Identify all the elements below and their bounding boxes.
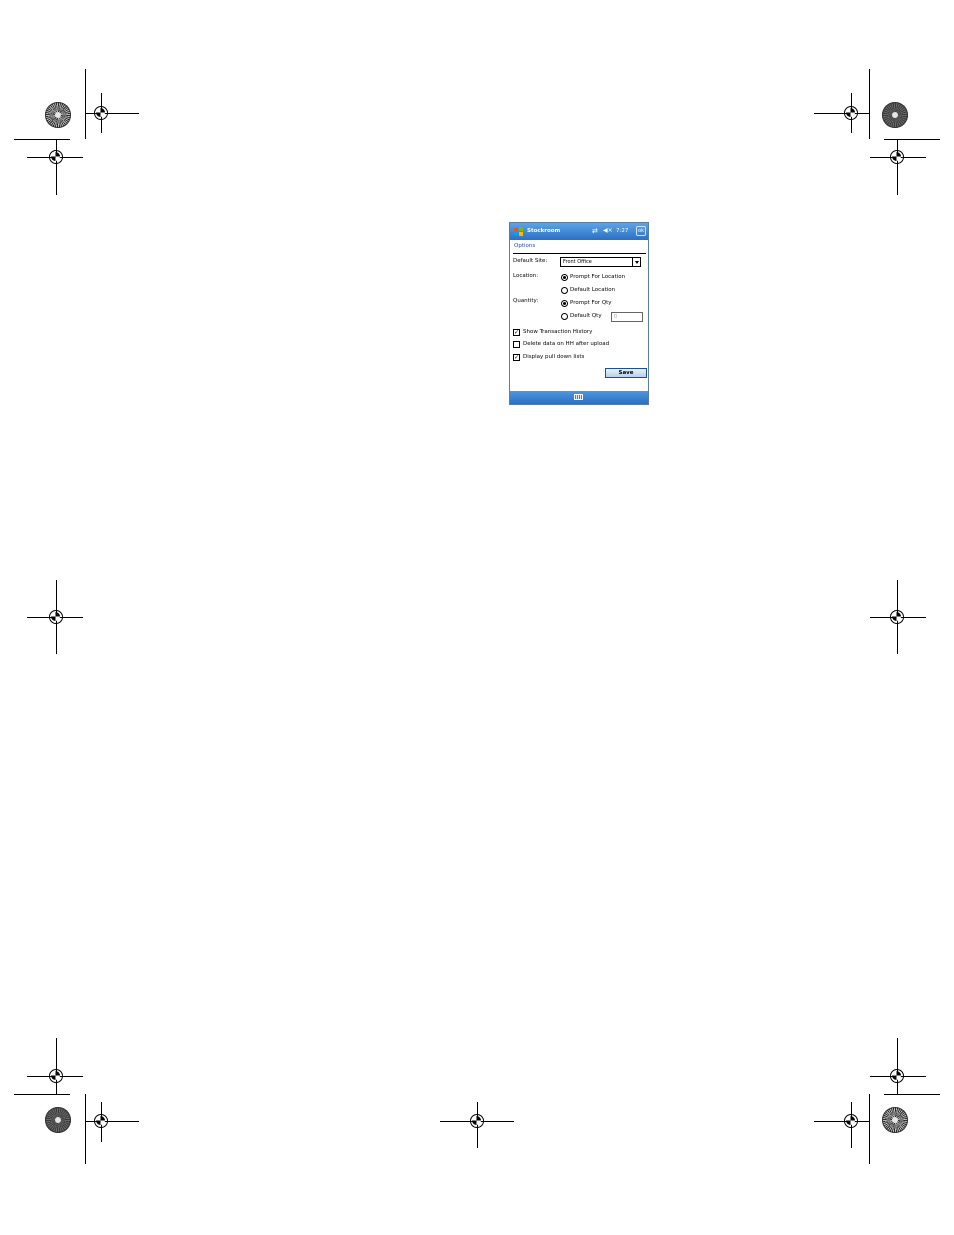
default-site-value: Front Office xyxy=(563,259,592,265)
registration-rosette-icon xyxy=(882,1107,908,1133)
registration-rosette-icon xyxy=(45,102,71,128)
checkbox-label-delete-data-after-upload: Delete data on HH after upload xyxy=(523,341,610,347)
keyboard-icon[interactable] xyxy=(574,394,583,400)
crop-line xyxy=(814,1121,869,1122)
crop-line xyxy=(884,1094,940,1095)
crop-line xyxy=(85,1094,86,1164)
title-bar: Stockroom ⇄ ◀× 7:27 ok xyxy=(510,223,648,240)
speaker-icon[interactable]: ◀× xyxy=(603,227,613,234)
page-title: Options xyxy=(514,243,536,249)
crop-line xyxy=(814,113,869,114)
crop-line xyxy=(869,69,870,139)
radio-default-location[interactable] xyxy=(561,287,568,294)
crop-line xyxy=(85,69,86,139)
checkbox-display-pull-down-lists[interactable]: ✓ xyxy=(513,354,520,361)
chevron-down-icon[interactable] xyxy=(632,258,640,266)
radio-default-qty[interactable] xyxy=(561,313,568,320)
registration-crosshair-icon xyxy=(890,150,904,164)
checkbox-label-display-pull-down-lists: Display pull down lists xyxy=(523,354,585,360)
registration-crosshair-icon xyxy=(94,1114,108,1128)
radio-label-prompt-for-location: Prompt For Location xyxy=(570,274,626,280)
crop-line xyxy=(56,1038,57,1094)
registration-rosette-icon xyxy=(45,1107,71,1133)
location-label: Location: xyxy=(513,273,539,279)
device-screen: Stockroom ⇄ ◀× 7:27 ok Options Default S… xyxy=(509,222,649,405)
checkbox-show-transaction-history[interactable]: ✓ xyxy=(513,329,520,336)
registration-crosshair-icon xyxy=(844,1114,858,1128)
registration-rosette-icon xyxy=(882,102,908,128)
crop-line xyxy=(897,1038,898,1094)
checkbox-delete-data-after-upload[interactable] xyxy=(513,341,520,348)
crop-line xyxy=(56,139,57,195)
crop-line xyxy=(14,139,70,140)
crop-line xyxy=(14,1094,70,1095)
clock[interactable]: 7:27 xyxy=(616,228,628,234)
radio-label-default-qty: Default Qty xyxy=(570,313,602,319)
default-qty-input[interactable]: 0 xyxy=(611,312,643,322)
windows-flag-icon[interactable] xyxy=(513,226,524,237)
radio-prompt-for-location[interactable] xyxy=(561,274,568,281)
ok-button[interactable]: ok xyxy=(636,226,646,236)
radio-prompt-for-qty[interactable] xyxy=(561,300,568,307)
default-site-select[interactable]: Front Office xyxy=(560,257,641,267)
default-site-label: Default Site: xyxy=(513,258,548,264)
app-title: Stockroom xyxy=(527,228,561,234)
save-button[interactable]: Save xyxy=(605,368,647,378)
registration-crosshair-icon xyxy=(844,106,858,120)
registration-crosshair-icon xyxy=(94,106,108,120)
crop-line xyxy=(897,139,898,195)
menu-bar xyxy=(510,391,648,404)
header-divider xyxy=(513,253,646,254)
registration-crosshair-icon xyxy=(49,1069,63,1083)
registration-crosshair-icon xyxy=(890,1069,904,1083)
radio-label-prompt-for-qty: Prompt For Qty xyxy=(570,300,612,306)
checkbox-label-show-transaction-history: Show Transaction History xyxy=(523,329,593,335)
crop-line xyxy=(869,1094,870,1164)
registration-crosshair-icon xyxy=(890,610,904,624)
radio-label-default-location: Default Location xyxy=(570,287,616,293)
quantity-label: Quantity: xyxy=(513,298,539,304)
registration-crosshair-icon xyxy=(470,1114,484,1128)
crop-line xyxy=(884,139,940,140)
registration-crosshair-icon xyxy=(49,610,63,624)
registration-crosshair-icon xyxy=(49,150,63,164)
sync-arrows-icon[interactable]: ⇄ xyxy=(592,227,598,235)
